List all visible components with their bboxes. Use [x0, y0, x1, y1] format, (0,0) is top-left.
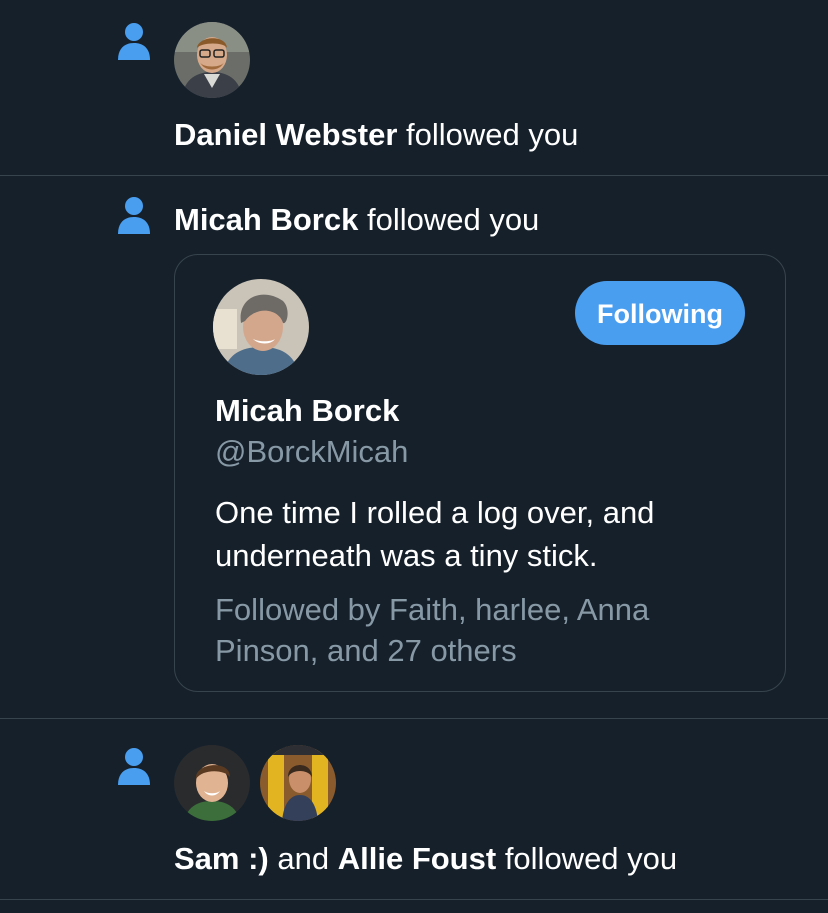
avatar-daniel-webster[interactable]: [174, 22, 250, 98]
notification-text: Micah Borck followed you: [174, 200, 539, 240]
avatar-micah-borck[interactable]: [213, 279, 309, 375]
person-icon: [118, 748, 150, 785]
avatar-sam[interactable]: [174, 745, 250, 821]
user-name[interactable]: Micah Borck: [174, 202, 358, 237]
user-name[interactable]: Sam :): [174, 841, 269, 876]
action-text: followed you: [366, 202, 540, 237]
notification-text: Sam :) and Allie Foust followed you: [174, 839, 677, 879]
card-bio: One time I rolled a log over, and undern…: [215, 495, 655, 573]
notification-sam-allie[interactable]: Sam :) and Allie Foust followed you: [0, 719, 828, 900]
notification-daniel-webster[interactable]: Daniel Webster followed you: [0, 0, 828, 176]
person-icon: [118, 23, 150, 60]
notification-text: Daniel Webster followed you: [174, 115, 578, 155]
avatar-allie-foust[interactable]: [260, 745, 336, 821]
person-icon: [118, 197, 150, 234]
following-button[interactable]: Following: [575, 281, 745, 345]
user-card[interactable]: Following Micah Borck @BorckMicah One ti…: [174, 254, 786, 692]
user-name[interactable]: Allie Foust: [338, 841, 496, 876]
followed-by-text: Followed by Faith, harlee, Anna Pinson, …: [215, 592, 650, 668]
notification-micah-borck[interactable]: Micah Borck followed you Following Micah…: [0, 176, 828, 719]
card-user-handle[interactable]: @BorckMicah: [215, 432, 408, 472]
action-text: followed you: [406, 117, 579, 152]
connector-text: and: [277, 841, 330, 876]
card-user-name[interactable]: Micah Borck: [215, 391, 399, 431]
user-name[interactable]: Daniel Webster: [174, 117, 397, 152]
action-text: followed you: [504, 841, 678, 876]
